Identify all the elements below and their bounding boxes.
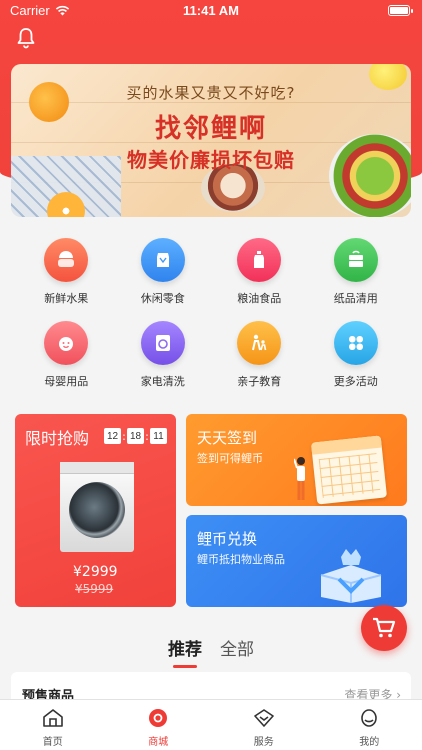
parent-child-icon — [237, 321, 282, 365]
daily-checkin-card[interactable]: 天天签到 签到可得鲤币 — [186, 414, 407, 506]
category-label: 亲子教育 — [237, 375, 282, 388]
sale-price: ¥2999 — [73, 564, 118, 580]
clover-icon — [333, 321, 378, 365]
promo-banner[interactable]: 买的水果又贵又不好吃? 找邻鲤啊 物美价廉损坏包赔 — [11, 64, 411, 217]
mall-icon — [149, 709, 168, 727]
tabbar-label: 商城 — [148, 737, 169, 748]
fruit-basket-icon — [44, 238, 89, 282]
tab-recommended[interactable]: 推荐 — [168, 635, 202, 668]
exchange-subtitle: 鲤币抵扣物业商品 — [197, 553, 285, 566]
category-parent-education[interactable]: 亲子教育 — [211, 321, 308, 389]
gift-box-illustration — [320, 549, 382, 603]
washing-machine-icon — [140, 321, 185, 365]
tabbar-label: 服务 — [253, 737, 274, 748]
category-snacks[interactable]: 休闲零食 — [115, 238, 212, 306]
oil-bottle-icon — [237, 238, 282, 282]
washing-machine-image — [60, 462, 134, 552]
product-tabs: 推荐 全部 — [0, 635, 422, 668]
profile-icon — [361, 709, 378, 727]
tissue-box-icon — [333, 238, 378, 282]
category-label: 母婴用品 — [44, 375, 89, 388]
bottom-tab-bar: 首页 商城 服务 我的 — [0, 699, 422, 750]
tabbar-label: 首页 — [42, 737, 63, 748]
tabbar-home[interactable]: 首页 — [0, 700, 106, 750]
status-time: 11:41 AM — [183, 3, 239, 18]
category-paper-cleaning[interactable]: 纸品清用 — [308, 238, 405, 306]
category-fresh-fruit[interactable]: 新鲜水果 — [18, 238, 115, 306]
category-grain-oil[interactable]: 粮油食品 — [211, 238, 308, 306]
category-label: 休闲零食 — [140, 292, 185, 305]
category-label: 粮油食品 — [237, 292, 282, 305]
category-more-activities[interactable]: 更多活动 — [308, 321, 405, 389]
flash-sale-card[interactable]: 限时抢购 12 : 18 : 11 ¥2999 ¥5999 — [15, 414, 176, 607]
home-icon — [42, 709, 63, 727]
banner-line1: 买的水果又贵又不好吃? — [126, 84, 296, 102]
category-grid: 新鲜水果 休闲零食 粮油食品 纸品清用 母婴用品 家电清洗 亲子教育 更多活动 — [18, 238, 404, 389]
countdown-timer: 12 : 18 : 11 — [104, 428, 167, 444]
battery-icon — [388, 5, 413, 16]
checkin-subtitle: 签到可得鲤币 — [197, 452, 263, 465]
category-label: 更多活动 — [333, 375, 378, 388]
banner-line3: 物美价廉损坏包赔 — [127, 148, 295, 172]
tabbar-service[interactable]: 服务 — [211, 700, 317, 750]
baby-face-icon — [44, 321, 89, 365]
service-icon — [253, 709, 274, 727]
timer-hours: 12 — [104, 428, 121, 444]
timer-seconds: 11 — [150, 428, 167, 444]
category-appliance-cleaning[interactable]: 家电清洗 — [115, 321, 212, 389]
flash-sale-title: 限时抢购 — [25, 429, 90, 448]
category-label: 纸品清用 — [333, 292, 378, 305]
category-mother-baby[interactable]: 母婴用品 — [18, 321, 115, 389]
coin-exchange-card[interactable]: 鲤币兑换 鲤币抵扣物业商品 — [186, 515, 407, 607]
person-illustration — [294, 457, 305, 500]
tab-all[interactable]: 全部 — [220, 635, 254, 668]
category-label: 家电清洗 — [140, 375, 185, 388]
tabbar-profile[interactable]: 我的 — [317, 700, 422, 750]
checkin-title: 天天签到 — [197, 429, 258, 447]
original-price: ¥5999 — [75, 582, 114, 596]
bell-icon[interactable] — [14, 26, 38, 50]
snack-bag-icon — [140, 238, 185, 282]
category-label: 新鲜水果 — [44, 292, 89, 305]
status-bar: Carrier 11:41 AM — [0, 0, 422, 22]
timer-minutes: 18 — [127, 428, 144, 444]
tabbar-mall[interactable]: 商城 — [106, 700, 212, 750]
calendar-illustration — [310, 435, 388, 505]
tabbar-label: 我的 — [359, 737, 380, 748]
exchange-title: 鲤币兑换 — [197, 530, 258, 548]
banner-line2: 找邻鲤啊 — [154, 114, 267, 144]
